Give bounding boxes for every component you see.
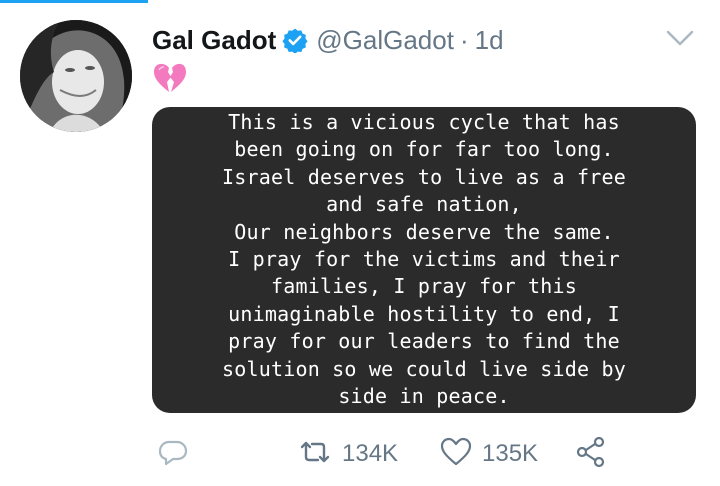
avatar-photo xyxy=(20,20,132,132)
author-name[interactable]: Gal Gadot xyxy=(152,25,276,56)
author-handle[interactable]: @GalGadot xyxy=(316,25,454,56)
retweet-button[interactable]: 134K xyxy=(298,434,398,474)
tweet-actions: 134K 135K xyxy=(152,434,712,474)
heart-icon xyxy=(440,437,472,472)
retweet-icon xyxy=(298,437,332,472)
story-image[interactable]: This is a vicious cycle that has been go… xyxy=(152,107,696,413)
share-icon xyxy=(576,436,606,473)
avatar[interactable] xyxy=(20,20,132,132)
retweet-count: 134K xyxy=(342,440,399,467)
chevron-down-icon[interactable] xyxy=(664,26,696,50)
broken-heart-icon xyxy=(152,60,188,96)
story-text: This is a vicious cycle that has been go… xyxy=(222,110,626,409)
tweet[interactable]: Gal Gadot @GalGadot · 1d This is a vicio… xyxy=(0,0,720,486)
tweet-header: Gal Gadot @GalGadot · 1d xyxy=(152,22,504,58)
share-button[interactable] xyxy=(576,434,606,474)
verified-badge-icon xyxy=(282,27,308,54)
like-count: 135K xyxy=(482,440,539,467)
separator-dot: · xyxy=(459,24,469,55)
like-button[interactable]: 135K xyxy=(440,434,538,474)
reply-icon xyxy=(158,437,188,472)
reply-button[interactable] xyxy=(158,434,188,474)
tweet-timestamp[interactable]: 1d xyxy=(475,25,504,56)
